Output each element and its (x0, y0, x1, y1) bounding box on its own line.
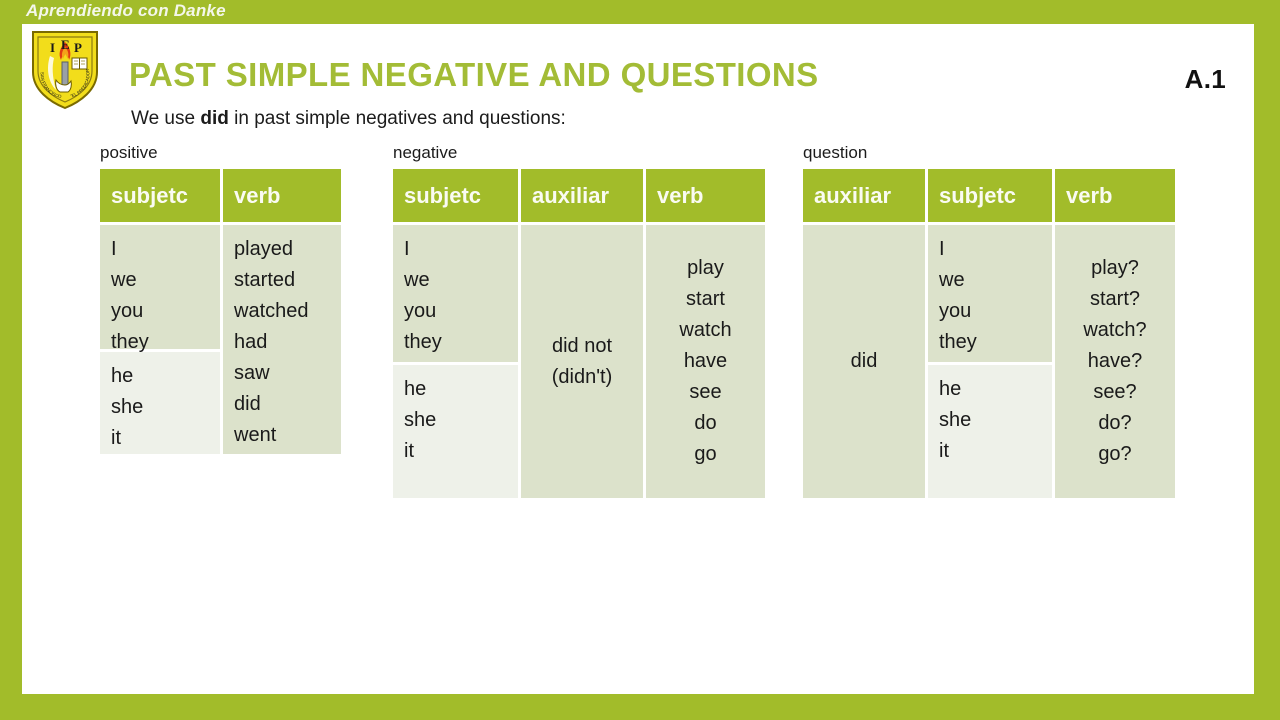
table-caption-question: question (803, 143, 868, 162)
table-caption-negative: negative (393, 143, 458, 162)
cell-line: watch (679, 319, 732, 341)
table-cell-verb-1: play? start? watch? have? see? do? go? (1055, 225, 1175, 498)
cell-line: (didn't) (551, 365, 613, 388)
cell-line: do (694, 412, 717, 434)
cell-line: it (939, 440, 949, 462)
logo-letter-i: I (50, 40, 55, 55)
column-header-subject: subjetc (928, 169, 1052, 222)
table-cell-subject-2: he she it (100, 352, 220, 454)
logo-letter-p: P (74, 40, 82, 55)
cell-line: they (939, 331, 977, 353)
cell-line: they (404, 331, 442, 353)
banner-title: Aprendiendo con Danke (26, 1, 226, 20)
cell-line: played (234, 238, 293, 260)
page-title: PAST SIMPLE NEGATIVE AND QUESTIONS (129, 56, 819, 93)
table-cell-verb-1: play start watch have see do go (646, 225, 765, 498)
cell-line: saw (234, 362, 270, 384)
cell-line: he (111, 365, 134, 387)
cell-line: she (111, 396, 144, 418)
cell-line: we (111, 269, 137, 291)
column-header-auxiliary: auxiliar (803, 169, 925, 222)
table-cell-auxiliary-1: did (803, 225, 925, 498)
cell-line: go? (1098, 443, 1132, 465)
subtitle-text: We use did in past simple negatives and … (131, 108, 566, 130)
cell-line: did (234, 393, 261, 415)
cell-line: go (694, 443, 717, 465)
cell-line: start (686, 288, 725, 310)
column-header-auxiliary: auxiliar (521, 169, 643, 222)
table-negative: negative subjetc Iwe you they he she it auxiliar… (393, 142, 765, 498)
table-cell-verb-1: played started watched had saw did went (223, 225, 341, 454)
table-question: question auxiliar did subjetc Iwe you they he sh… (803, 142, 1175, 498)
cell-line: she (404, 409, 437, 431)
top-banner: Aprendiendo con Danke (0, 0, 1280, 24)
column-header-verb: verb (1055, 169, 1175, 222)
table-caption-positive: positive (100, 143, 158, 162)
slide-code-badge: A.1 (1184, 64, 1226, 94)
table-cell-subject-1: Iwe you they (928, 225, 1052, 362)
cell-line: you (939, 300, 972, 322)
cell-line: we (404, 269, 430, 291)
slide: Aprendiendo con Danke I E P SAN FRANCISC… (0, 0, 1280, 720)
table-column-auxiliary: auxiliar did (803, 169, 925, 498)
table-grid: auxiliar did subjetc Iwe you they he she it verb p… (803, 169, 1175, 498)
cell-line: had (234, 331, 268, 353)
table-cell-auxiliary-1: did not (didn't) (521, 225, 643, 498)
cell-line: I (111, 238, 117, 260)
table-grid: subjetc Iwe you they he she it verb played starte… (100, 169, 341, 454)
cell-line: you (404, 300, 437, 322)
cell-line: did (850, 350, 878, 372)
cell-line: start? (1089, 288, 1141, 310)
cell-line: have? (1087, 350, 1143, 372)
subtitle-part-1: We use (131, 108, 201, 129)
cell-line: I (939, 238, 945, 260)
table-cell-subject-2: he she it (393, 365, 518, 498)
cell-line: it (404, 440, 414, 462)
column-header-subject: subjetc (393, 169, 518, 222)
cell-line: play (687, 257, 724, 279)
slide-page: I E P SAN FRANCISCO SOLANO "EL PREDICADO… (22, 24, 1254, 694)
table-grid: subjetc Iwe you they he she it auxiliar did not (… (393, 169, 765, 498)
table-column-subject: subjetc Iwe you they he she it (393, 169, 518, 498)
cell-line: do? (1098, 412, 1132, 434)
column-header-subject: subjetc (100, 169, 220, 222)
column-header-verb: verb (646, 169, 765, 222)
cell-line: did not (551, 334, 613, 357)
logo-letter-e: E (61, 37, 70, 52)
cell-line: she (939, 409, 972, 431)
cell-line: went (234, 424, 277, 446)
table-column-auxiliary: auxiliar did not (didn't) (521, 169, 643, 498)
cell-line: he (939, 378, 962, 400)
cell-line: play? (1091, 257, 1139, 279)
table-column-verb: verb play start watch have see do go (646, 169, 765, 498)
cell-line: you (111, 300, 144, 322)
table-positive: positive subjetc Iwe you they he she it verb play… (100, 142, 341, 454)
cell-line: watched (234, 300, 309, 322)
cell-line: see? (1093, 381, 1137, 403)
cell-line: watch? (1083, 319, 1147, 341)
table-cell-subject-1: Iwe you they (393, 225, 518, 362)
cell-line: I (404, 238, 410, 260)
table-cell-subject-2: he she it (928, 365, 1052, 498)
table-column-verb: verb play? start? watch? have? see? do? go? (1055, 169, 1175, 498)
school-crest-logo: I E P SAN FRANCISCO SOLANO "EL PREDICADO… (28, 28, 102, 112)
table-column-subject: subjetc Iwe you they he she it (100, 169, 220, 454)
cell-line: it (111, 427, 121, 449)
table-column-subject: subjetc Iwe you they he she it (928, 169, 1052, 498)
cell-line: we (939, 269, 965, 291)
cell-line: he (404, 378, 427, 400)
cell-line: see (689, 381, 722, 403)
subtitle-keyword: did (200, 108, 229, 129)
column-header-verb: verb (223, 169, 341, 222)
table-column-verb: verb played started watched had saw did went (223, 169, 341, 454)
table-cell-subject-1: Iwe you they (100, 225, 220, 353)
cell-line: have (683, 350, 728, 372)
subtitle-part-2: in past simple negatives and questions: (228, 108, 566, 129)
cell-line: started (234, 269, 296, 291)
